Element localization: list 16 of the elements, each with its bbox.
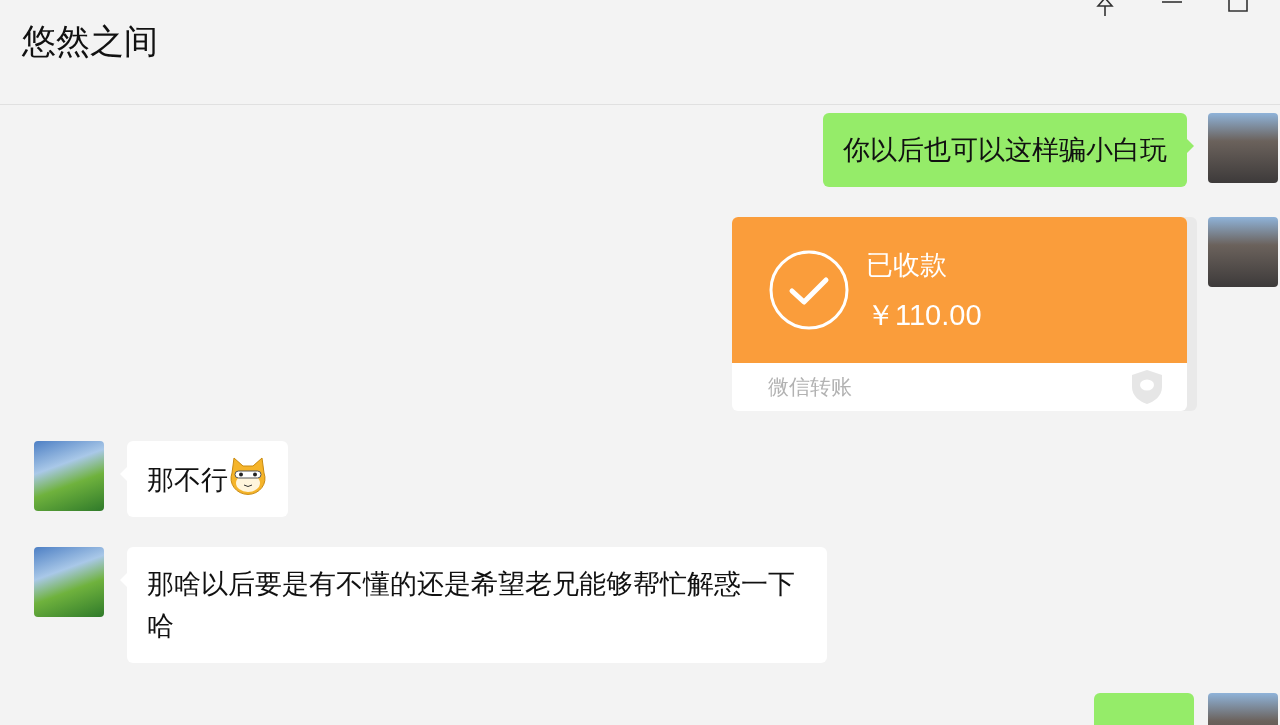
- pin-icon[interactable]: [1094, 0, 1116, 16]
- shield-chat-icon: [1131, 369, 1163, 405]
- avatar-photo[interactable]: [1208, 217, 1278, 287]
- message-bubble: 你以后也可以这样骗小白玩: [823, 113, 1187, 187]
- avatar-photo[interactable]: [34, 547, 104, 617]
- transfer-label: 微信转账: [768, 374, 852, 401]
- window-title: 悠然之间: [21, 21, 158, 62]
- message-bubble: 那不行: [127, 441, 288, 517]
- minimize-icon[interactable]: [1162, 0, 1182, 4]
- maximize-icon[interactable]: [1228, 0, 1248, 12]
- message-bubble: 那啥以后要是有不懂的还是希望老兄能够帮忙解惑一下哈: [127, 547, 827, 663]
- transfer-status: 已收款: [866, 249, 948, 282]
- avatar-photo[interactable]: [1208, 113, 1278, 183]
- transfer-amount: ￥110.00: [866, 298, 982, 333]
- check-circle-icon: [768, 249, 850, 331]
- avatar-photo[interactable]: [34, 441, 104, 511]
